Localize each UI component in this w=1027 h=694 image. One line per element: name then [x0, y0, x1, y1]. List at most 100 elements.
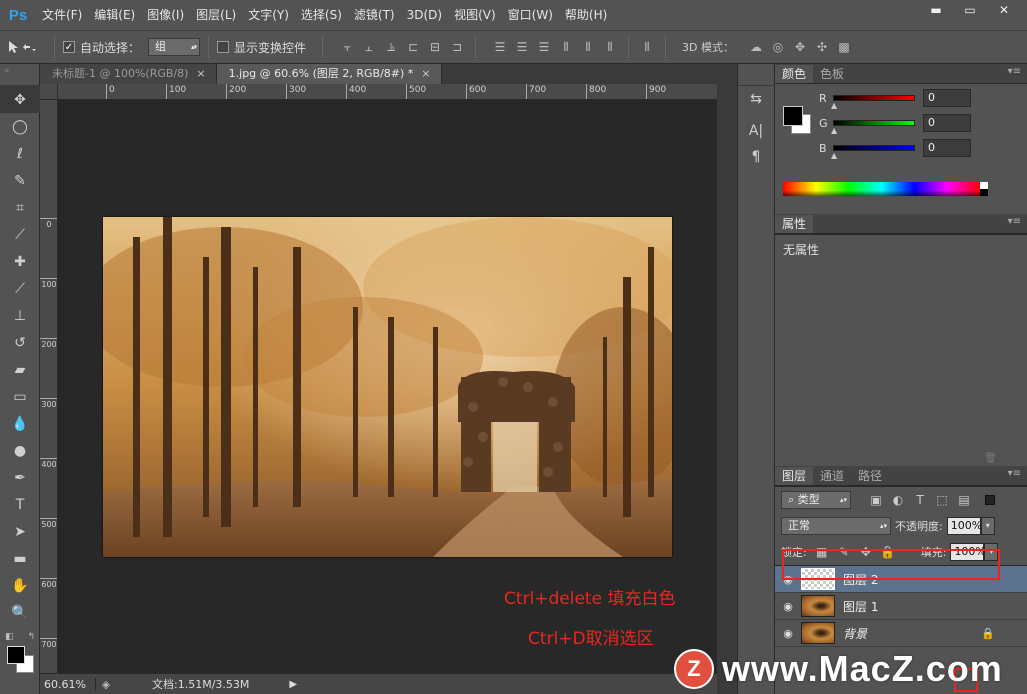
dodge-icon[interactable]: ●	[0, 437, 40, 464]
green-value-input[interactable]: 0	[923, 114, 971, 132]
align-top-icon[interactable]: ⫟	[337, 37, 357, 57]
auto-align-icon[interactable]: ⦀	[637, 37, 657, 57]
visibility-eye-icon[interactable]: ◉	[775, 600, 801, 613]
blur-icon[interactable]: 💧	[0, 410, 40, 437]
visibility-eye-icon[interactable]: ◉	[775, 627, 801, 640]
document-tab[interactable]: 未标题-1 @ 100%(RGB/8) ×	[40, 64, 217, 84]
align-left-icon[interactable]: ⊏	[403, 37, 423, 57]
3d-slide-icon[interactable]: ✣	[812, 37, 832, 57]
blue-value-input[interactable]: 0	[923, 139, 971, 157]
minimize-button[interactable]: ▬	[919, 0, 953, 20]
move-tool-preset[interactable]	[6, 39, 46, 55]
distribute-vcenter-icon[interactable]: ☰	[512, 37, 532, 57]
swap-colors-icon[interactable]: ↰	[27, 632, 35, 642]
filter-type-icon[interactable]: T	[909, 493, 931, 507]
menu-item[interactable]: 文件(F)	[36, 0, 88, 30]
default-colors-icon[interactable]: ◧	[5, 632, 14, 642]
type-tool-icon[interactable]: T	[0, 491, 40, 518]
quick-selection-icon[interactable]: ✎	[0, 167, 40, 194]
close-tab-icon[interactable]: ×	[421, 67, 430, 80]
eyedropper-icon[interactable]: ⟋	[0, 221, 40, 248]
close-tab-icon[interactable]: ×	[196, 67, 205, 80]
menu-item[interactable]: 图层(L)	[190, 0, 242, 30]
tools-panel-grip[interactable]: »	[0, 64, 39, 86]
collapsed-panels-grip[interactable]	[738, 64, 774, 86]
3d-roll-icon[interactable]: ◎	[768, 37, 788, 57]
maximize-button[interactable]: ▭	[953, 0, 987, 20]
menu-item[interactable]: 选择(S)	[295, 0, 348, 30]
3d-pan-icon[interactable]: ✥	[790, 37, 810, 57]
red-slider[interactable]	[831, 95, 915, 110]
panel-menu-icon[interactable]: ▾≡	[1008, 66, 1021, 77]
layer-filter-dropdown[interactable]: ⌕ 类型	[781, 491, 851, 509]
opacity-dropdown-icon[interactable]: ▾	[980, 517, 995, 535]
hand-icon[interactable]: ✋	[0, 572, 40, 599]
layer-row[interactable]: ◉ 背景 🔒	[775, 620, 1027, 647]
tab-color[interactable]: 颜色	[775, 65, 814, 83]
foreground-color-swatch[interactable]	[7, 646, 25, 664]
healing-brush-icon[interactable]: ✚	[0, 248, 40, 275]
3d-scale-icon[interactable]: ▩	[834, 37, 854, 57]
panel-menu-icon[interactable]: ▾≡	[1008, 468, 1021, 479]
tab-channels[interactable]: 通道	[813, 467, 851, 485]
menu-item[interactable]: 视图(V)	[448, 0, 502, 30]
elliptical-marquee-icon[interactable]: ◯	[0, 113, 40, 140]
zoom-icon[interactable]: 🔍	[0, 599, 40, 626]
character-panel-icon[interactable]: A|	[738, 118, 774, 144]
tab-properties[interactable]: 属性	[775, 215, 814, 233]
menu-item[interactable]: 3D(D)	[401, 0, 448, 30]
menu-item[interactable]: 编辑(E)	[88, 0, 141, 30]
blue-slider[interactable]	[831, 145, 915, 160]
document-tab-active[interactable]: 1.jpg @ 60.6% (图层 2, RGB/8#) * ×	[216, 64, 442, 84]
tab-paths[interactable]: 路径	[851, 467, 889, 485]
3d-orbit-icon[interactable]: ☁	[746, 37, 766, 57]
color-panel-foreground[interactable]	[783, 106, 803, 126]
lasso-icon[interactable]: ℓ	[0, 140, 40, 167]
paragraph-panel-icon[interactable]: ¶	[738, 144, 774, 170]
move-tool-icon[interactable]: ✥	[0, 86, 40, 113]
history-panel-icon[interactable]: ⇆	[738, 86, 774, 112]
filter-toggle[interactable]	[985, 495, 995, 505]
menu-item[interactable]: 图像(I)	[141, 0, 190, 30]
menu-item[interactable]: 文字(Y)	[242, 0, 295, 30]
pen-icon[interactable]: ✒	[0, 464, 40, 491]
distribute-left-icon[interactable]: ⦀	[556, 37, 576, 57]
opacity-input[interactable]: 100%	[946, 517, 982, 535]
black-white-swatch[interactable]	[980, 182, 988, 196]
menu-item[interactable]: 滤镜(T)	[348, 0, 401, 30]
history-brush-icon[interactable]: ↺	[0, 329, 40, 356]
filter-adjustment-icon[interactable]: ◐	[887, 493, 909, 507]
show-transform-checkbox[interactable]	[217, 41, 230, 53]
auto-select-target-dropdown[interactable]: 组	[148, 38, 201, 56]
path-selection-icon[interactable]: ➤	[0, 518, 40, 545]
auto-select-checkbox[interactable]: ✓	[63, 41, 75, 53]
distribute-bottom-icon[interactable]: ☰	[534, 37, 554, 57]
menu-item[interactable]: 窗口(W)	[502, 0, 559, 30]
crop-icon[interactable]: ⌗	[0, 194, 40, 221]
align-vcenter-icon[interactable]: ⫠	[359, 37, 379, 57]
clone-stamp-icon[interactable]: ⊥	[0, 302, 40, 329]
vertical-ruler[interactable]: 0 100 200 300 400 500 600 700	[40, 100, 58, 673]
blend-mode-dropdown[interactable]: 正常	[781, 517, 891, 535]
rectangle-shape-icon[interactable]: ▬	[0, 545, 40, 572]
filter-shape-icon[interactable]: ⬚	[931, 493, 953, 507]
layer-row[interactable]: ◉ 图层 1	[775, 593, 1027, 620]
distribute-top-icon[interactable]: ☰	[490, 37, 510, 57]
tab-swatches[interactable]: 色板	[813, 65, 851, 83]
red-value-input[interactable]: 0	[923, 89, 971, 107]
eraser-icon[interactable]: ▰	[0, 356, 40, 383]
distribute-right-icon[interactable]: ⦀	[600, 37, 620, 57]
tab-layers[interactable]: 图层	[775, 467, 814, 485]
green-slider[interactable]	[831, 120, 915, 135]
zoom-level-input[interactable]: 60.61%	[40, 677, 96, 691]
align-hcenter-icon[interactable]: ⊟	[425, 37, 445, 57]
align-bottom-icon[interactable]: ⫡	[381, 37, 401, 57]
filter-smart-object-icon[interactable]: ▤	[953, 493, 975, 507]
horizontal-ruler[interactable]: 0 100 200 300 400 500 600 700 800 900	[58, 84, 717, 100]
trash-icon[interactable]: 🗑	[984, 453, 997, 464]
distribute-hcenter-icon[interactable]: ⦀	[578, 37, 598, 57]
menu-item[interactable]: 帮助(H)	[559, 0, 613, 30]
filter-pixel-icon[interactable]: ▣	[865, 493, 887, 507]
brush-icon[interactable]: ⟋	[0, 275, 40, 302]
ruler-origin[interactable]	[40, 84, 58, 100]
